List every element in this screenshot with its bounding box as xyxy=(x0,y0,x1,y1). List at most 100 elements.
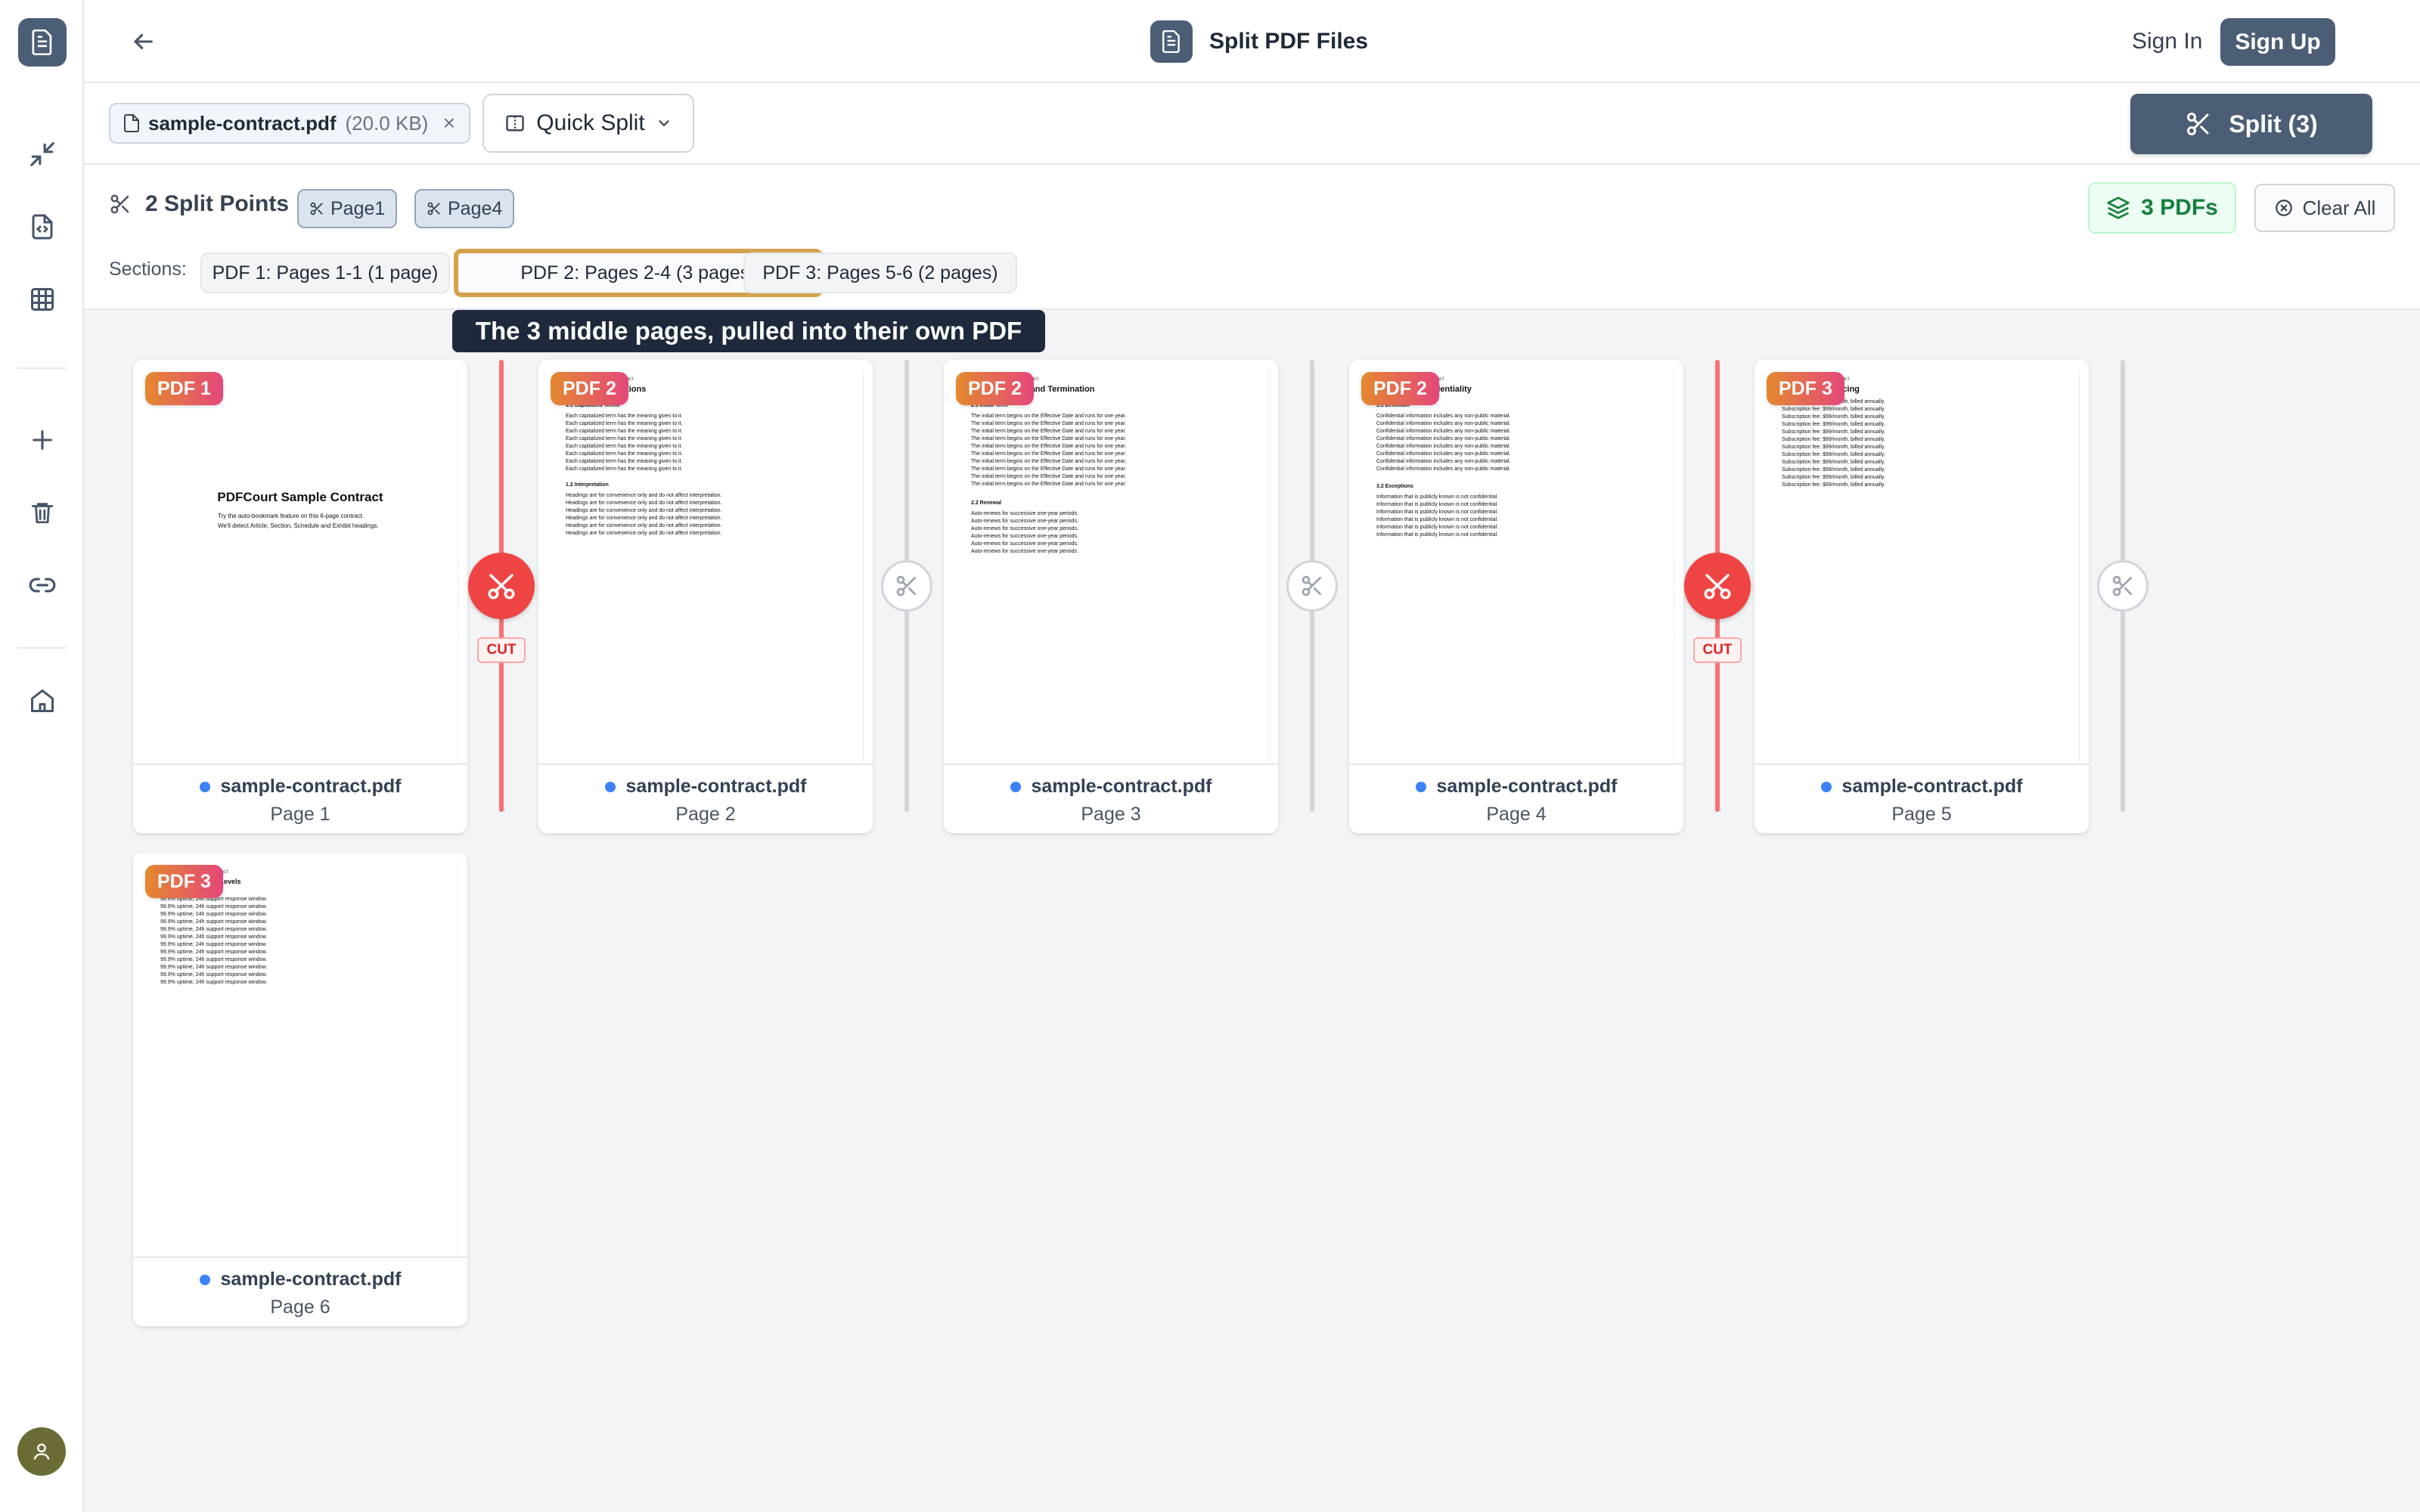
page-thumbnail: PDFCourt Sample · Contract Article 2. Te… xyxy=(953,369,1269,762)
page-file-name: sample-contract.pdf xyxy=(220,776,402,797)
page-card[interactable]: PDFCourt Sample · Contract Schedule A. P… xyxy=(1754,360,2089,833)
scissors-icon xyxy=(1704,574,1731,600)
home-icon[interactable] xyxy=(18,677,67,725)
thumb-line: Information that is publicly known is no… xyxy=(1376,532,1499,538)
back-arrow-icon[interactable] xyxy=(125,23,161,60)
thumb-line: Subscription fee: $99/month, billed annu… xyxy=(1782,437,1885,442)
link-icon[interactable] xyxy=(18,561,67,609)
page-card-footer: sample-contract.pdf Page 1 xyxy=(133,764,467,833)
thumb-line: Subscription fee: $99/month, billed annu… xyxy=(1782,467,1885,472)
cut-label: CUT xyxy=(1693,637,1742,663)
split-mode-label: Quick Split xyxy=(536,110,645,135)
page-card-footer: sample-contract.pdf Page 5 xyxy=(1754,764,2089,833)
file-code-icon[interactable] xyxy=(18,203,67,251)
thumb-line: The initial term begins on the Effective… xyxy=(971,429,1127,434)
thumb-heading: 3.2 Exceptions xyxy=(1376,484,1414,489)
split-point-label: Page1 xyxy=(330,197,386,219)
split-mode-dropdown[interactable]: Quick Split xyxy=(482,94,694,153)
trash-icon[interactable] xyxy=(18,488,67,537)
pdf-group-badge: PDF 2 xyxy=(1361,372,1439,405)
thumb-line: 99.9% uptime, 24h support response windo… xyxy=(160,980,268,985)
thumb-line: Subscription fee: $99/month, billed annu… xyxy=(1782,445,1885,450)
thumb-line: 99.9% uptime, 24h support response windo… xyxy=(160,972,268,978)
thumb-line: Subscription fee: $99/month, billed annu… xyxy=(1782,460,1885,465)
thumb-line: Confidential information includes any no… xyxy=(1376,466,1511,472)
split-point-chip[interactable]: Page4 xyxy=(414,189,515,228)
section-chip-pdf1[interactable]: PDF 1: Pages 1-1 (1 page) xyxy=(200,253,450,293)
page-card-footer: sample-contract.pdf Page 2 xyxy=(538,764,873,833)
thumb-line: The initial term begins on the Effective… xyxy=(971,451,1127,457)
clear-all-button[interactable]: Clear All xyxy=(2254,184,2395,232)
pdf-group-badge: PDF 1 xyxy=(145,372,223,405)
pdf-group-badge: PDF 3 xyxy=(1767,372,1844,405)
thumb-line: Headings are for convenience only and do… xyxy=(566,508,722,513)
split-toggle-active[interactable] xyxy=(468,553,535,619)
thumb-line: 99.9% uptime, 24h support response windo… xyxy=(160,927,268,932)
split-button-label: Split (3) xyxy=(2229,110,2318,138)
avatar[interactable] xyxy=(17,1427,66,1476)
file-color-dot xyxy=(199,781,210,792)
page-card[interactable]: PDFCourt Sample Contract Try the auto-bo… xyxy=(133,360,467,833)
thumb-line: Headings are for convenience only and do… xyxy=(566,516,722,521)
split-button[interactable]: Split (3) xyxy=(2130,94,2372,154)
thumb-line: Information that is publicly known is no… xyxy=(1376,517,1499,522)
thumb-line: Subscription fee: $99/month, billed annu… xyxy=(1782,452,1885,457)
split-point-label: Page4 xyxy=(448,197,503,219)
file-size: (20.0 KB) xyxy=(345,111,429,135)
page-thumbnail: PDFCourt Sample · Contract Article 1. De… xyxy=(548,369,864,762)
split-points-label: 2 Split Points xyxy=(145,191,290,216)
page-card[interactable]: PDFCourt Sample · Contract Article 3. Co… xyxy=(1349,360,1683,833)
thumb-heading: 2.2 Renewal xyxy=(971,500,1002,506)
split-toggle[interactable] xyxy=(1286,560,1338,612)
remove-file-button[interactable]: × xyxy=(443,111,455,135)
compress-icon[interactable] xyxy=(18,130,67,178)
sign-in-button[interactable]: Sign In xyxy=(2121,18,2213,65)
thumb-line: The initial term begins on the Effective… xyxy=(971,444,1127,449)
thumb-line: Headings are for convenience only and do… xyxy=(566,531,722,536)
file-icon xyxy=(124,114,139,132)
thumb-line: Auto-renews for successive one-year peri… xyxy=(971,541,1079,547)
split-toggle[interactable] xyxy=(2097,560,2149,612)
scissors-icon xyxy=(110,194,129,214)
pdf-group-badge: PDF 3 xyxy=(145,865,223,898)
split-info-bar: 2 Split Points Page1 Page4 3 PDFs Clear … xyxy=(84,165,2420,310)
sidebar-divider xyxy=(17,367,67,369)
close-circle-icon xyxy=(2275,200,2292,216)
columns-icon xyxy=(506,115,524,132)
section-chip-pdf3[interactable]: PDF 3: Pages 5-6 (2 pages) xyxy=(743,253,1017,293)
clear-all-label: Clear All xyxy=(2302,196,2376,219)
thumb-line: Each capitalized term has the meaning gi… xyxy=(566,414,683,419)
scissors-icon xyxy=(1302,575,1321,596)
file-chip[interactable]: sample-contract.pdf (20.0 KB) × xyxy=(109,103,470,144)
plus-icon[interactable] xyxy=(18,416,67,464)
user-icon xyxy=(33,1443,50,1460)
split-point-chip[interactable]: Page1 xyxy=(297,189,398,228)
scissors-icon xyxy=(2187,113,2209,135)
thumb-line: Confidential information includes any no… xyxy=(1376,444,1511,449)
page-card[interactable]: PDFCourt Sample · Contract Article 1. De… xyxy=(538,360,873,833)
page-card[interactable]: PDFCourt Sample · Contract Article 2. Te… xyxy=(944,360,1278,833)
thumb-line: Each capitalized term has the meaning gi… xyxy=(566,459,683,464)
split-toggle-active[interactable] xyxy=(1684,553,1751,619)
page-card[interactable]: PDFCourt Sample · Contract Exhibit B. Se… xyxy=(133,853,467,1326)
page-number: Page 6 xyxy=(270,1297,330,1318)
thumb-line: 99.9% uptime, 24h support response windo… xyxy=(160,919,268,925)
page-title: Split PDF Files xyxy=(1209,29,1369,54)
thumb-line: Auto-renews for successive one-year peri… xyxy=(971,534,1079,539)
sign-up-button[interactable]: Sign Up xyxy=(2220,18,2335,66)
thumb-line: Subscription fee: $99/month, billed annu… xyxy=(1782,475,1885,480)
split-points-summary: 2 Split Points xyxy=(109,191,289,217)
pdf-count-label: 3 PDFs xyxy=(2141,195,2218,220)
thumb-line: We'll detect Article, Section, Schedule … xyxy=(218,522,379,529)
app-logo[interactable] xyxy=(18,18,67,67)
thumb-line: Headings are for convenience only and do… xyxy=(566,493,722,498)
thumb-line: Confidential information includes any no… xyxy=(1376,436,1511,442)
scissors-icon xyxy=(427,202,440,215)
thumb-line: 99.9% uptime, 24h support response windo… xyxy=(160,904,268,909)
thumb-line: Subscription fee: $99/month, billed annu… xyxy=(1782,414,1885,420)
grid-icon[interactable] xyxy=(18,275,67,324)
split-toggle[interactable] xyxy=(881,560,932,612)
thumb-line: Confidential information includes any no… xyxy=(1376,459,1511,464)
page-file-name: sample-contract.pdf xyxy=(220,1269,402,1290)
thumb-line: Confidential information includes any no… xyxy=(1376,451,1511,457)
